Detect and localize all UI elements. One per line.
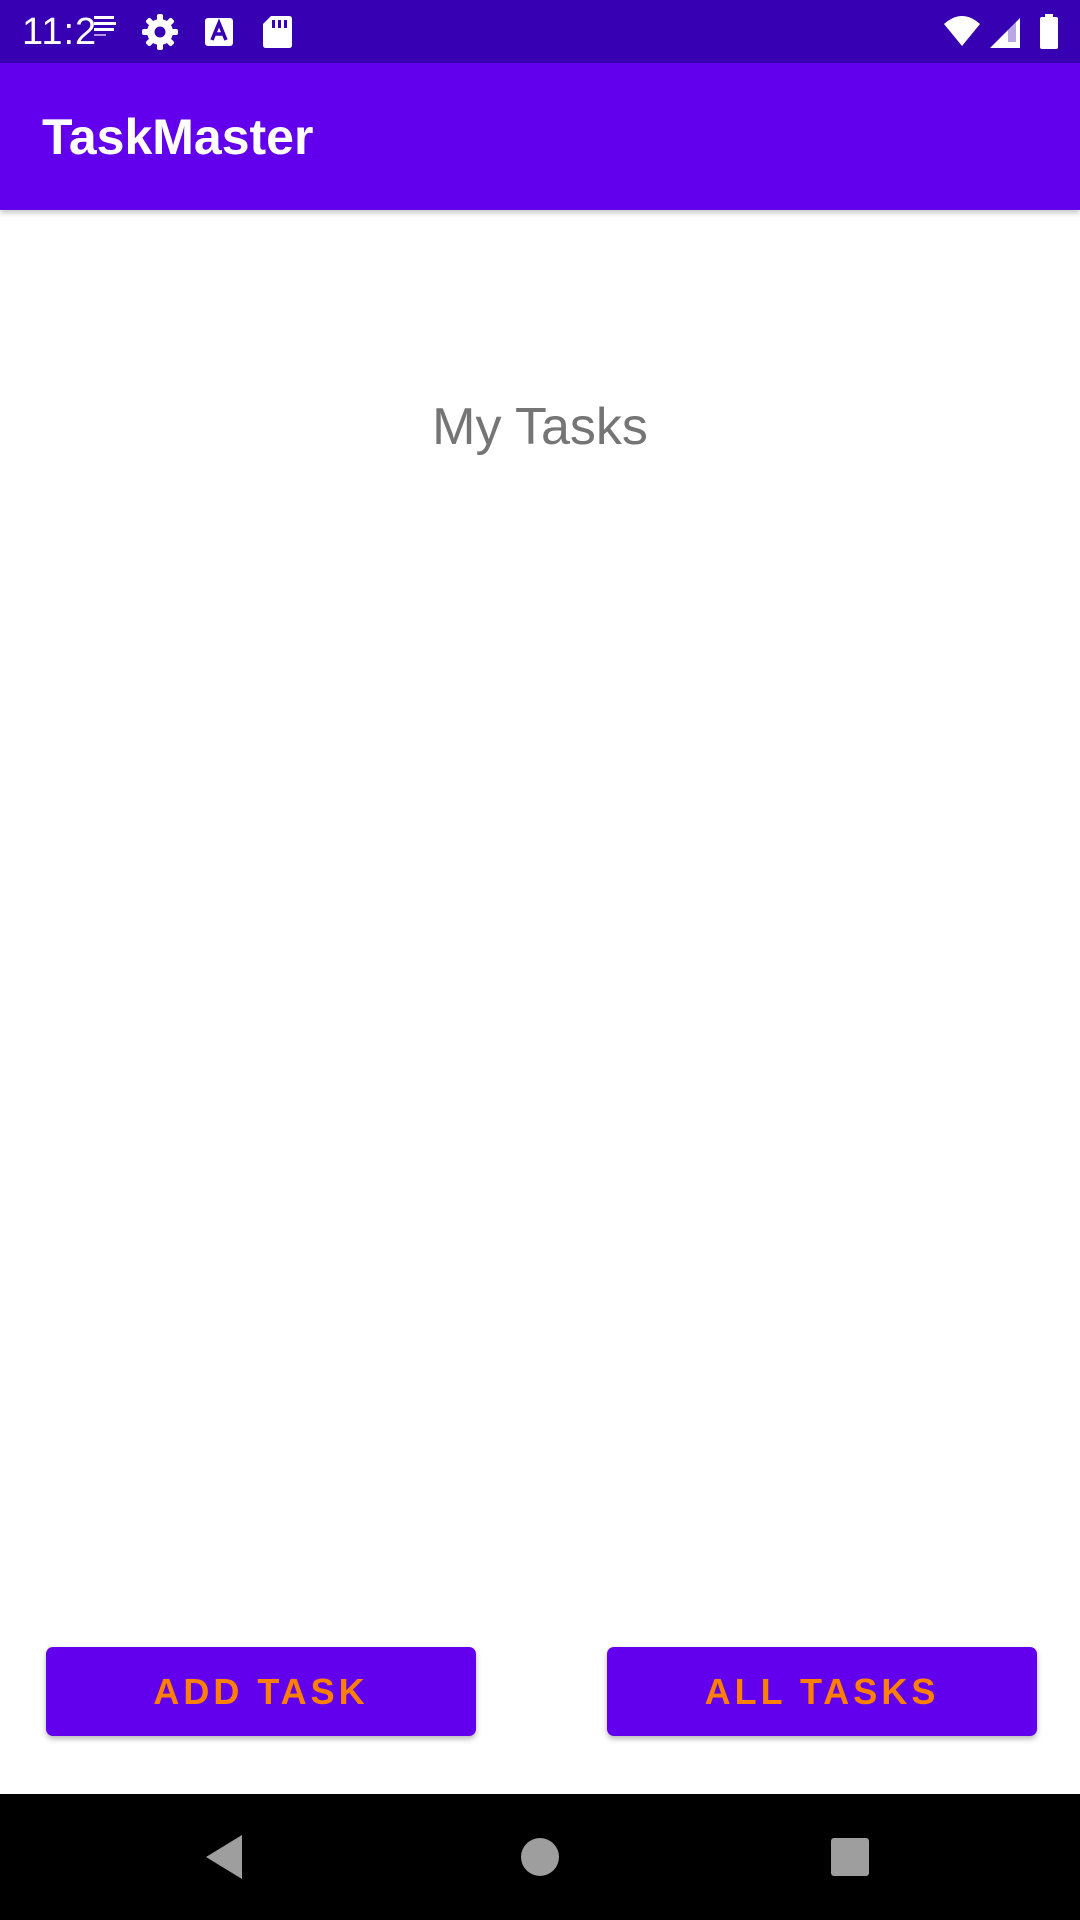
app-title: TaskMaster (42, 109, 314, 165)
home-icon[interactable] (510, 1827, 570, 1887)
page-heading: My Tasks (432, 398, 648, 456)
status-bar: 11:2 (0, 0, 1080, 63)
all-tasks-button[interactable]: ALL TASKS (607, 1647, 1037, 1736)
screen: 11:2 TaskMaster My Tasks ADD TASK ALL TA… (0, 0, 1080, 1920)
recents-icon[interactable] (820, 1827, 880, 1887)
text-a-icon (199, 12, 239, 52)
app-bar: TaskMaster (0, 63, 1080, 210)
status-time: 11:2 (22, 11, 98, 53)
signal-icon (986, 12, 1026, 52)
settings-icon (140, 12, 180, 52)
notification-badge-icon (92, 12, 118, 52)
sd-card-icon (257, 12, 297, 52)
add-task-button[interactable]: ADD TASK (46, 1647, 476, 1736)
navigation-bar (0, 1794, 1080, 1920)
wifi-icon (942, 12, 982, 52)
back-icon[interactable] (196, 1827, 256, 1887)
battery-icon (1036, 12, 1064, 52)
